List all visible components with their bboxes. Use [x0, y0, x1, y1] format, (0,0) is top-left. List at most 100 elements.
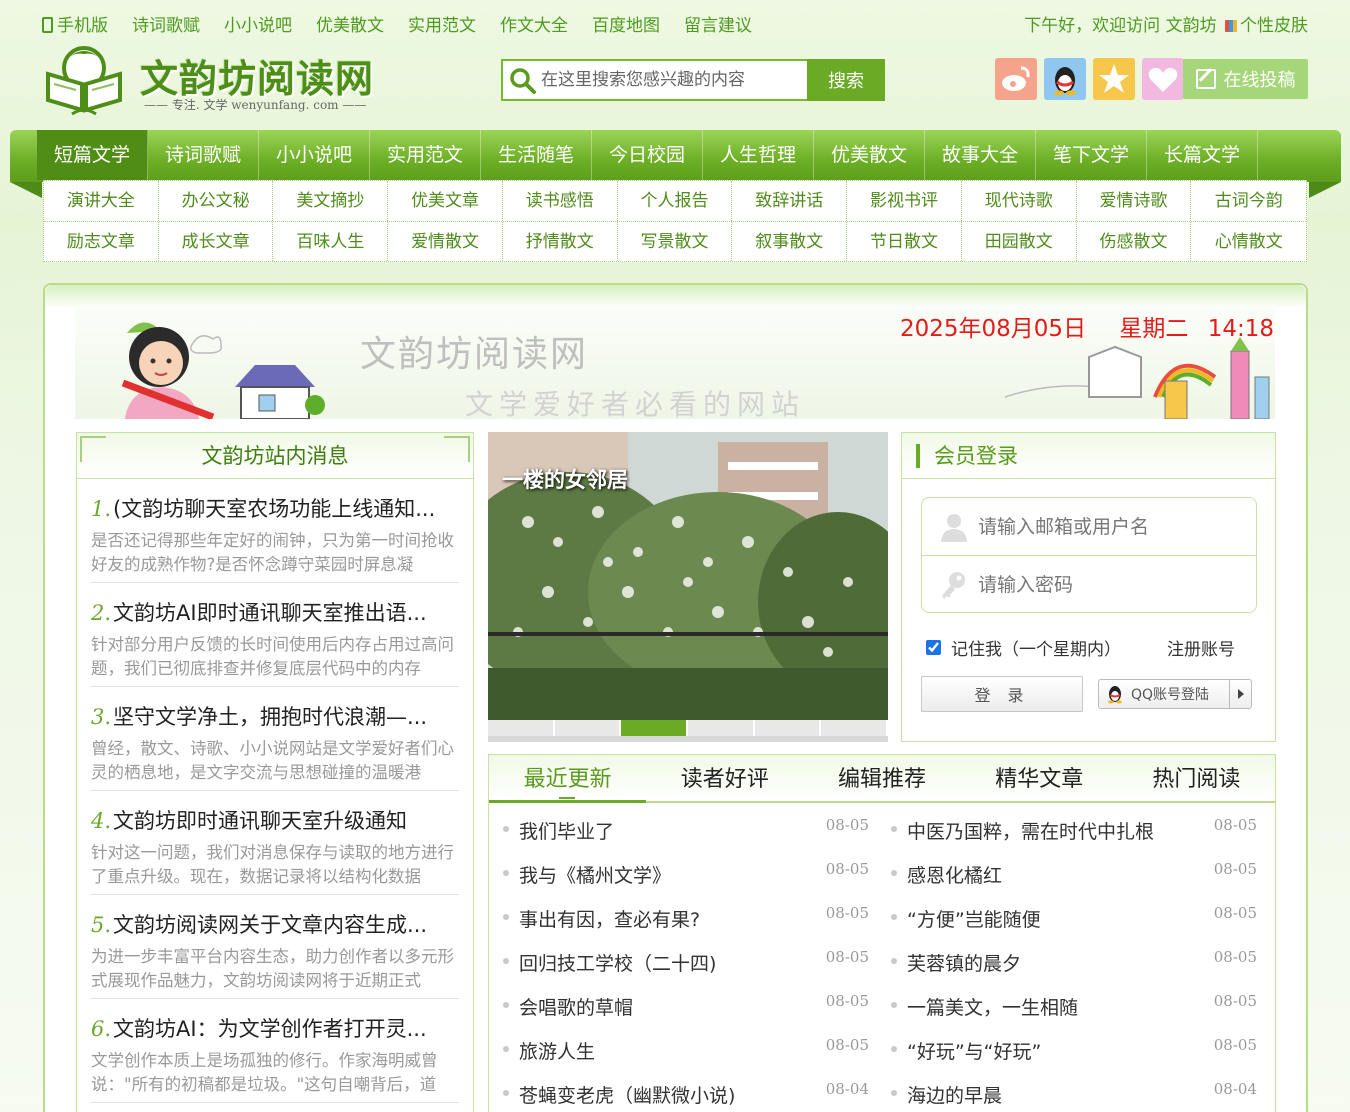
submit-article-button[interactable]: 在线投稿	[1183, 59, 1308, 99]
site-logo[interactable]: 文韵坊阅读网 —— 专注. 文学 wenyunfang. com ——	[40, 40, 400, 120]
article-row[interactable]: 会唱歌的草帽 08-05	[499, 992, 879, 1037]
news-item[interactable]: 2.文韵坊AI即时通讯聊天室推出语... 针对部分用户反馈的长时间使用后内存占用…	[91, 583, 459, 687]
sub-nav-item[interactable]: 致辞讲话	[732, 181, 848, 221]
article-row[interactable]: “好玩”与“好玩” 08-05	[887, 1036, 1267, 1081]
article-title[interactable]: 事出有因，查必有果?	[519, 905, 700, 932]
tab-recent-updates[interactable]: 最近更新	[489, 755, 647, 803]
sub-nav-item[interactable]: 抒情散文	[503, 222, 618, 261]
news-item-title[interactable]: 5.文韵坊阅读网关于文章内容生成...	[91, 909, 459, 939]
sub-nav-item[interactable]: 古词今韵	[1191, 181, 1306, 221]
sub-nav-item[interactable]: 百味人生	[273, 222, 389, 261]
article-title[interactable]: 我与《橘州文学》	[519, 861, 671, 888]
sub-nav-item[interactable]: 叙事散文	[732, 222, 848, 261]
news-item[interactable]: 6.文韵坊AI：为文学创作者打开灵... 文学创作本质上是场孤独的修行。作家海明…	[91, 999, 459, 1103]
news-item-title[interactable]: 1.(文韵坊聊天室农场功能上线通知...	[91, 493, 459, 523]
skin-link[interactable]: 个性皮肤	[1240, 16, 1308, 36]
top-link[interactable]: 作文大全	[500, 11, 568, 36]
sub-nav-item[interactable]: 优美文章	[388, 181, 503, 221]
sub-nav-item[interactable]: 节日散文	[847, 222, 962, 261]
weibo-icon[interactable]	[995, 58, 1037, 100]
nav-item[interactable]: 生活随笔	[481, 130, 592, 180]
slide-dot[interactable]	[688, 720, 755, 736]
article-row[interactable]: “方便”岂能随便 08-05	[887, 904, 1267, 949]
sub-nav-item[interactable]: 伤感散文	[1077, 222, 1192, 261]
sub-nav-item[interactable]: 美文摘抄	[273, 181, 389, 221]
sub-nav-item[interactable]: 演讲大全	[44, 181, 159, 221]
slide-caption[interactable]: 一楼的女邻居	[502, 464, 628, 494]
nav-item[interactable]: 人生哲理	[703, 130, 814, 180]
nav-item[interactable]: 长篇文学	[1147, 130, 1258, 180]
article-row[interactable]: 回归技工学校（二十四) 08-05	[499, 948, 879, 993]
article-row[interactable]: 旅游人生 08-05	[499, 1036, 879, 1081]
search-button[interactable]: 搜索	[807, 59, 885, 101]
article-title[interactable]: 会唱歌的草帽	[519, 993, 633, 1020]
nav-item[interactable]: 实用范文	[370, 130, 481, 180]
sub-nav-item[interactable]: 成长文章	[159, 222, 274, 261]
remember-me-checkbox[interactable]	[926, 640, 941, 655]
sub-nav-item[interactable]: 爱情诗歌	[1077, 181, 1192, 221]
sub-nav-item[interactable]: 现代诗歌	[962, 181, 1077, 221]
article-row[interactable]: 芙蓉镇的晨夕 08-05	[887, 948, 1267, 993]
remember-me[interactable]: 记住我（一个星期内）	[926, 635, 1121, 660]
top-link[interactable]: 实用范文	[408, 11, 476, 36]
slide-dot[interactable]	[554, 720, 622, 736]
sub-nav-item[interactable]: 个人报告	[618, 181, 733, 221]
article-title[interactable]: “方便”岂能随便	[907, 905, 1041, 932]
news-item-title[interactable]: 3.坚守文学净土，拥抱时代浪潮—...	[91, 701, 459, 731]
sub-nav-item[interactable]: 爱情散文	[388, 222, 503, 261]
qq-login-button[interactable]: QQ账号登陆	[1098, 679, 1252, 709]
article-title[interactable]: “好玩”与“好玩”	[907, 1037, 1041, 1064]
nav-item[interactable]: 今日校园	[592, 130, 703, 180]
article-title[interactable]: 我们毕业了	[519, 817, 614, 844]
username-input[interactable]	[978, 512, 1238, 542]
tab-reader-reviews[interactable]: 读者好评	[646, 755, 803, 801]
heart-icon[interactable]	[1142, 58, 1184, 100]
qq-icon[interactable]	[1044, 58, 1086, 100]
news-item[interactable]: 3.坚守文学净土，拥抱时代浪潮—... 曾经，散文、诗歌、小小说网站是文学爱好者…	[91, 687, 459, 791]
register-link[interactable]: 注册账号	[1167, 635, 1235, 660]
qzone-icon[interactable]	[1093, 58, 1135, 100]
slide-dot[interactable]	[488, 720, 555, 736]
top-link[interactable]: 优美散文	[316, 11, 384, 36]
news-item[interactable]: 5.文韵坊阅读网关于文章内容生成... 为进一步丰富平台内容生态，助力创作者以多…	[91, 895, 459, 999]
news-item[interactable]: 4.文韵坊即时通讯聊天室升级通知 针对这一问题，我们对消息保存与读取的地方进行了…	[91, 791, 459, 895]
top-link[interactable]: 百度地图	[592, 11, 660, 36]
article-title[interactable]: 一篇美文，一生相随	[907, 993, 1078, 1020]
article-title[interactable]: 海边的早晨	[907, 1081, 1002, 1108]
login-button[interactable]: 登 录	[921, 676, 1083, 712]
article-row[interactable]: 海边的早晨 08-04	[887, 1080, 1267, 1112]
password-input[interactable]	[978, 570, 1238, 600]
featured-slideshow[interactable]: 一楼的女邻居	[488, 432, 888, 742]
article-title[interactable]: 中医乃国粹，需在时代中扎根	[907, 817, 1154, 844]
nav-item[interactable]: 诗词歌赋	[148, 130, 259, 180]
nav-item[interactable]: 故事大全	[925, 130, 1036, 180]
article-title[interactable]: 芙蓉镇的晨夕	[907, 949, 1021, 976]
article-title[interactable]: 苍蝇变老虎（幽默微小说)	[519, 1081, 735, 1108]
top-link[interactable]: 小小说吧	[224, 11, 292, 36]
top-link[interactable]: 留言建议	[684, 11, 752, 36]
top-link[interactable]: 诗词歌赋	[132, 11, 200, 36]
nav-item[interactable]: 笔下文学	[1036, 130, 1147, 180]
article-title[interactable]: 旅游人生	[519, 1037, 595, 1064]
sub-nav-item[interactable]: 写景散文	[618, 222, 733, 261]
article-row[interactable]: 我们毕业了 08-05	[499, 816, 879, 861]
news-item[interactable]: 1.(文韵坊聊天室农场功能上线通知... 是否还记得那些年定好的闹钟，只为第一时…	[91, 479, 459, 583]
search-input[interactable]	[541, 65, 803, 95]
news-item-title[interactable]: 6.文韵坊AI：为文学创作者打开灵...	[91, 1013, 459, 1043]
nav-item[interactable]: 小小说吧	[259, 130, 370, 180]
sub-nav-item[interactable]: 励志文章	[44, 222, 159, 261]
article-row[interactable]: 我与《橘州文学》 08-05	[499, 860, 879, 905]
slide-dot[interactable]	[754, 720, 822, 736]
sub-nav-item[interactable]: 读书感悟	[503, 181, 618, 221]
sub-nav-item[interactable]: 心情散文	[1191, 222, 1306, 261]
article-row[interactable]: 苍蝇变老虎（幽默微小说) 08-04	[499, 1080, 879, 1112]
tab-popular-reading[interactable]: 热门阅读	[1118, 755, 1275, 801]
top-link-mobile[interactable]: 手机版	[42, 11, 108, 36]
nav-item-short-literature[interactable]: 短篇文学	[37, 130, 148, 180]
tab-featured-articles[interactable]: 精华文章	[961, 755, 1118, 801]
slide-dot-active[interactable]	[621, 720, 689, 736]
article-title[interactable]: 回归技工学校（二十四)	[519, 949, 716, 976]
slide-dot[interactable]	[821, 720, 888, 736]
sub-nav-item[interactable]: 田园散文	[962, 222, 1077, 261]
article-row[interactable]: 中医乃国粹，需在时代中扎根 08-05	[887, 816, 1267, 861]
